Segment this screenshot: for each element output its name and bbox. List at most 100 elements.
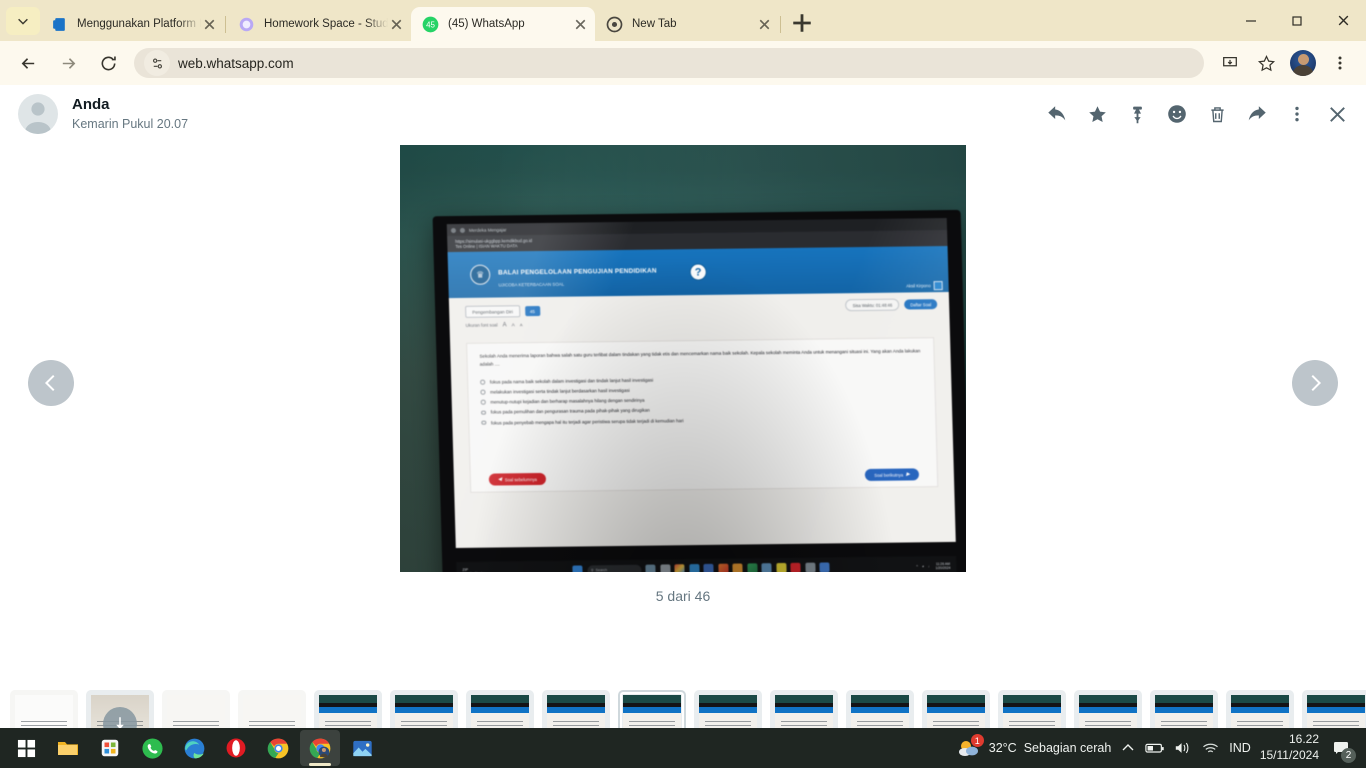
inner-chrome-icon[interactable]	[819, 562, 830, 572]
inner-explorer-icon[interactable]	[659, 564, 671, 572]
font-size-large[interactable]: A	[503, 322, 507, 328]
browser-toolbar: web.whatsapp.com	[0, 41, 1366, 85]
tab-new-tab[interactable]: New Tab	[595, 7, 779, 41]
close-window-button[interactable]	[1320, 0, 1366, 41]
close-icon[interactable]	[1324, 101, 1350, 127]
inner-store-icon[interactable]	[703, 563, 714, 572]
help-question-icon[interactable]: ?	[689, 263, 707, 281]
breadcrumb-active-item[interactable]: 45	[524, 305, 541, 317]
tab-menggunakan-platform-merdeka[interactable]: Menggunakan Platform Merdeka	[40, 7, 224, 41]
minimize-button[interactable]	[1228, 0, 1274, 41]
start-button[interactable]	[6, 730, 46, 766]
tab-whatsapp[interactable]: 45 (45) WhatsApp	[411, 7, 595, 41]
user-avatar-icon	[933, 281, 943, 291]
inner-photos-icon[interactable]	[674, 564, 685, 572]
answer-option[interactable]: fokus pada pemulihan dan pengurasan trau…	[480, 405, 923, 415]
forward-icon[interactable]	[1244, 101, 1270, 127]
forward-button[interactable]	[52, 47, 84, 79]
radio-icon[interactable]	[480, 400, 486, 405]
next-media-button[interactable]	[1292, 360, 1338, 406]
inner-volume-icon[interactable]: ♩	[928, 564, 932, 568]
radio-icon[interactable]	[480, 379, 485, 385]
answer-option[interactable]: melakukan investigasi serta tindak lanju…	[480, 384, 922, 395]
microsoft-edge-icon[interactable]	[174, 730, 214, 766]
inner-notes-icon[interactable]	[775, 562, 787, 572]
tab-title: (45) WhatsApp	[448, 18, 525, 30]
inner-opera-icon[interactable]	[790, 562, 801, 572]
breadcrumb-item[interactable]: Pengembangan Diri	[465, 305, 521, 318]
inner-folder-icon[interactable]	[732, 563, 743, 572]
wifi-icon[interactable]	[1201, 741, 1220, 756]
emoji-icon[interactable]	[1164, 101, 1190, 127]
bookmark-star-icon[interactable]	[1251, 48, 1281, 78]
tab-close-icon[interactable]	[388, 16, 405, 33]
next-question-button[interactable]: Soal berikutnya ▶	[865, 468, 920, 482]
font-size-medium[interactable]: A	[512, 323, 515, 328]
inner-clock[interactable]: 11:26 AM 1/20/2024	[935, 562, 950, 571]
radio-icon[interactable]	[480, 389, 486, 395]
notification-center-icon[interactable]: 2	[1328, 735, 1356, 763]
inner-tab-favicon-icon	[450, 227, 457, 233]
battery-icon[interactable]	[1145, 741, 1165, 755]
inner-wifi-icon[interactable]: ◕	[922, 564, 924, 568]
microsoft-store-icon[interactable]	[90, 730, 130, 766]
google-chrome-profile-icon[interactable]	[300, 730, 340, 766]
weather-widget[interactable]: 1 32°C Sebagian cerah	[956, 734, 1111, 759]
whatsapp-icon[interactable]	[132, 730, 172, 766]
inner-windows-taskbar: ZIP Mozilla Firefox ⚲ Search	[456, 555, 957, 572]
back-button[interactable]	[12, 47, 44, 79]
inner-excel-icon[interactable]	[746, 563, 758, 572]
profile-avatar[interactable]	[1290, 50, 1316, 76]
inner-edge-icon[interactable]	[688, 564, 700, 572]
answer-option-label: fokus pada nama baik sekolah dalam inves…	[489, 377, 654, 385]
answer-option[interactable]: menutup-nutupi kejadian dan berharap mas…	[480, 395, 923, 405]
star-icon[interactable]	[1084, 101, 1110, 127]
inner-taskview-icon[interactable]	[645, 564, 656, 572]
google-chrome-icon[interactable]	[258, 730, 298, 766]
site-settings-icon[interactable]	[144, 50, 170, 76]
site-subtitle: UJICOBA KETERBACAAN SOAL	[498, 281, 565, 288]
tab-close-icon[interactable]	[756, 16, 773, 33]
inner-mail-icon[interactable]	[761, 563, 772, 572]
radio-icon[interactable]	[481, 420, 486, 426]
new-tab-button[interactable]	[788, 9, 816, 37]
trash-icon[interactable]	[1204, 101, 1230, 127]
volume-icon[interactable]	[1174, 740, 1192, 756]
inner-start-icon[interactable]	[572, 565, 583, 572]
document-icon	[51, 16, 68, 33]
opera-icon[interactable]	[216, 730, 256, 766]
reload-button[interactable]	[92, 47, 124, 79]
font-size-small[interactable]: A	[520, 322, 523, 327]
clock-time: 16.22	[1288, 732, 1319, 747]
pin-icon[interactable]	[1124, 101, 1150, 127]
media-photo[interactable]: Merdeka Mengajar https://simulasi-ukggbp…	[400, 145, 966, 572]
more-vertical-icon[interactable]	[1284, 101, 1310, 127]
tab-close-icon[interactable]	[201, 16, 218, 33]
inner-chevron-up-icon[interactable]: ^	[916, 564, 918, 568]
file-explorer-icon[interactable]	[48, 730, 88, 766]
tab-title: Homework Space - StudyX	[264, 18, 388, 30]
input-language[interactable]: IND	[1229, 741, 1251, 755]
answer-option-label: fokus pada penyebab mengapa hal itu terj…	[490, 417, 684, 426]
previous-media-button[interactable]	[28, 360, 74, 406]
chrome-menu-kebab-icon[interactable]	[1325, 48, 1355, 78]
inner-office-icon[interactable]	[717, 563, 729, 572]
exam-top-right-controls: Sisa Waktu: 01:48:46 Daftar Soal	[845, 298, 938, 312]
inner-search-box[interactable]: ⚲ Search	[586, 564, 642, 572]
tab-close-icon[interactable]	[572, 16, 589, 33]
address-bar[interactable]: web.whatsapp.com	[134, 48, 1204, 78]
tab-homework-space-studyx[interactable]: Homework Space - StudyX	[227, 7, 411, 41]
photos-icon[interactable]	[342, 730, 382, 766]
answer-option[interactable]: fokus pada penyebab mengapa hal itu terj…	[481, 415, 923, 425]
tab-search-chevron-down-icon[interactable]	[6, 7, 40, 35]
reply-icon[interactable]	[1044, 101, 1070, 127]
maximize-button[interactable]	[1274, 0, 1320, 41]
previous-question-button[interactable]: ◀ Soal sebelumnya	[488, 472, 547, 486]
clock[interactable]: 16.22 15/11/2024	[1260, 732, 1319, 763]
inner-settings-icon[interactable]	[804, 562, 816, 572]
chevron-up-icon[interactable]	[1120, 740, 1136, 756]
install-app-icon[interactable]	[1215, 48, 1245, 78]
answer-option[interactable]: fokus pada nama baik sekolah dalam inves…	[480, 374, 922, 384]
question-list-button[interactable]: Daftar Soal	[904, 299, 938, 310]
radio-icon[interactable]	[480, 410, 486, 415]
